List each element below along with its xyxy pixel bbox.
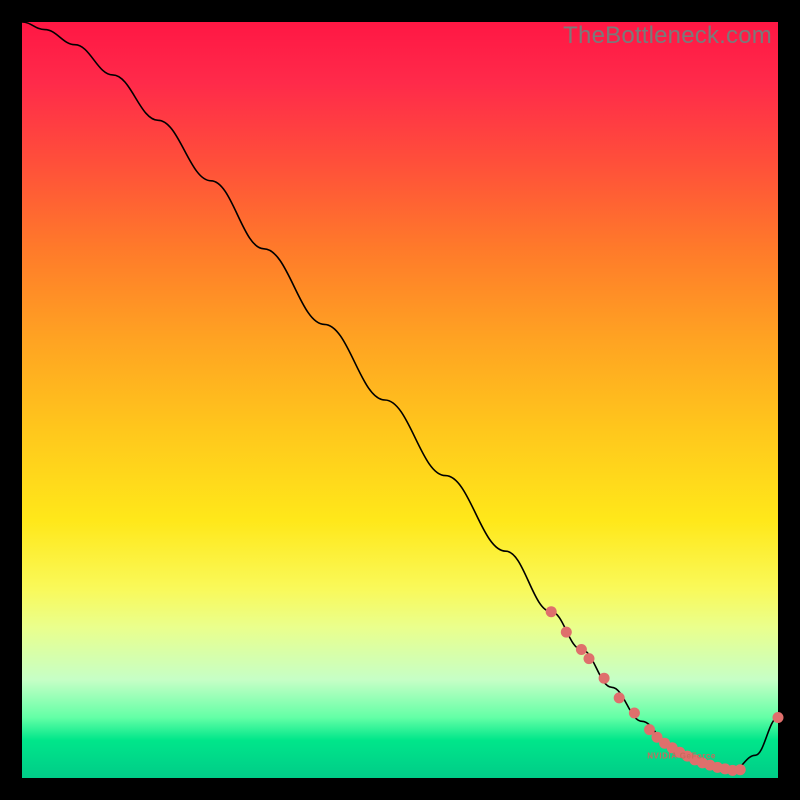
data-marker [773,712,784,723]
data-marker [629,708,640,719]
data-marker [599,673,610,684]
curve-annotation: NVIDIA GeForce [647,751,716,760]
data-marker [735,764,746,775]
chart-plot-area: TheBottleneck.com NVIDIA GeForce [22,22,778,778]
data-marker [614,692,625,703]
data-marker [576,644,587,655]
data-marker [546,606,557,617]
data-marker [561,627,572,638]
chart-svg: NVIDIA GeForce [22,22,778,778]
bottleneck-curve [22,22,778,770]
data-marker [584,653,595,664]
